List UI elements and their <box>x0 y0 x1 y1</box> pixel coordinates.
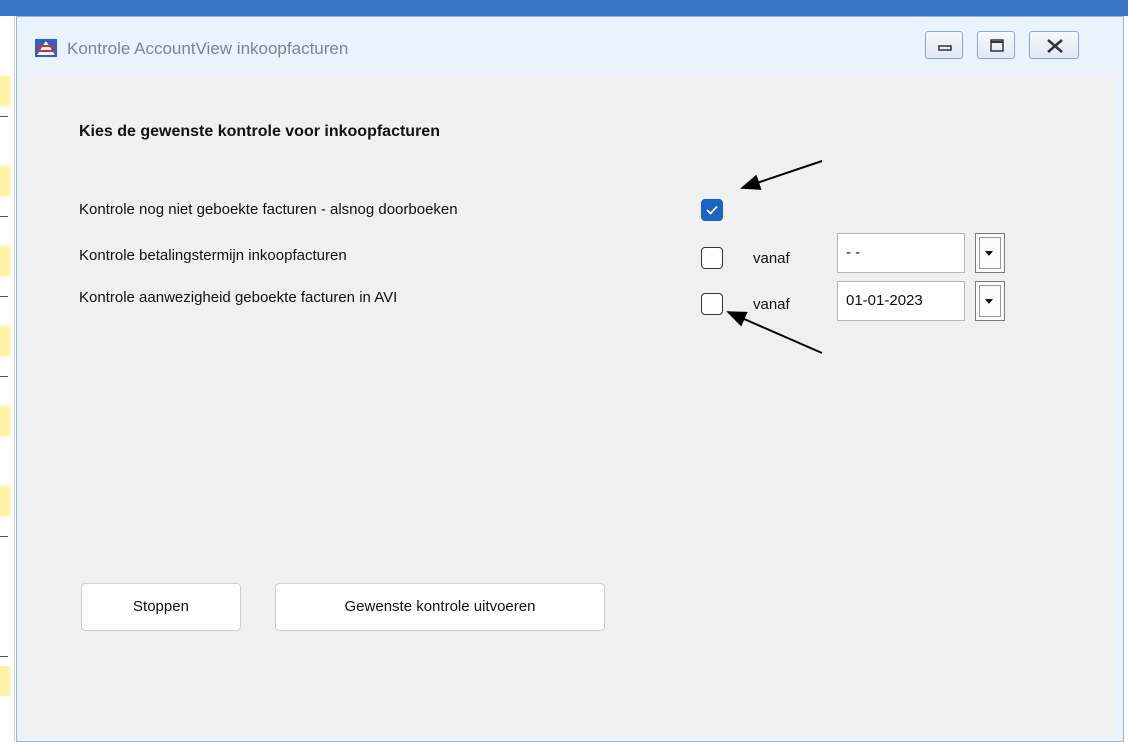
vanaf-label-aanwezigheid-avi: vanaf <box>753 296 790 313</box>
section-heading: Kies de gewenste kontrole voor inkoopfac… <box>79 123 440 140</box>
app-icon <box>35 39 57 57</box>
background-tick <box>0 376 8 377</box>
background-app-toolbar <box>0 0 1128 16</box>
date-input-aanwezigheid-avi[interactable]: 01-01-2023 <box>837 281 965 321</box>
background-tick <box>0 536 8 537</box>
checkbox-betalingstermijn[interactable] <box>701 247 723 269</box>
background-cell <box>0 486 10 516</box>
background-app-column <box>0 16 15 742</box>
option-label-nog-niet-geboekt: Kontrole nog niet geboekte facturen - al… <box>79 201 458 218</box>
vanaf-label-betalingstermijn: vanaf <box>753 250 790 267</box>
date-input-betalingstermijn[interactable]: - - <box>837 233 965 273</box>
date-dropdown-aanwezigheid-avi[interactable] <box>975 281 1005 321</box>
checkbox-nog-niet-geboekt[interactable] <box>701 199 723 221</box>
checkbox-aanwezigheid-avi[interactable] <box>701 293 723 315</box>
title-bar[interactable]: Kontrole AccountView inkoopfacturen <box>17 17 1123 75</box>
option-label-betalingstermijn: Kontrole betalingstermijn inkoopfacturen <box>79 247 347 264</box>
close-button[interactable] <box>1029 31 1079 59</box>
background-cell <box>0 326 10 356</box>
background-cell <box>0 406 10 436</box>
background-tick <box>0 656 8 657</box>
dialog-window: Kontrole AccountView inkoopfacturen Kies… <box>16 16 1124 742</box>
background-cell <box>0 76 10 106</box>
background-tick <box>0 216 8 217</box>
background-tick <box>0 116 8 117</box>
stop-button[interactable]: Stoppen <box>81 583 241 631</box>
maximize-button[interactable] <box>977 31 1015 59</box>
run-check-button[interactable]: Gewenste kontrole uitvoeren <box>275 583 605 631</box>
window-title: Kontrole AccountView inkoopfacturen <box>67 39 349 58</box>
background-tick <box>0 296 8 297</box>
option-label-aanwezigheid-avi: Kontrole aanwezigheid geboekte facturen … <box>79 289 398 306</box>
background-cell <box>0 166 10 196</box>
background-cell <box>0 666 10 696</box>
background-cell <box>0 246 10 276</box>
dialog-content: Kies de gewenste kontrole voor inkoopfac… <box>21 75 1117 737</box>
minimize-button[interactable] <box>925 31 963 59</box>
date-dropdown-betalingstermijn[interactable] <box>975 233 1005 273</box>
